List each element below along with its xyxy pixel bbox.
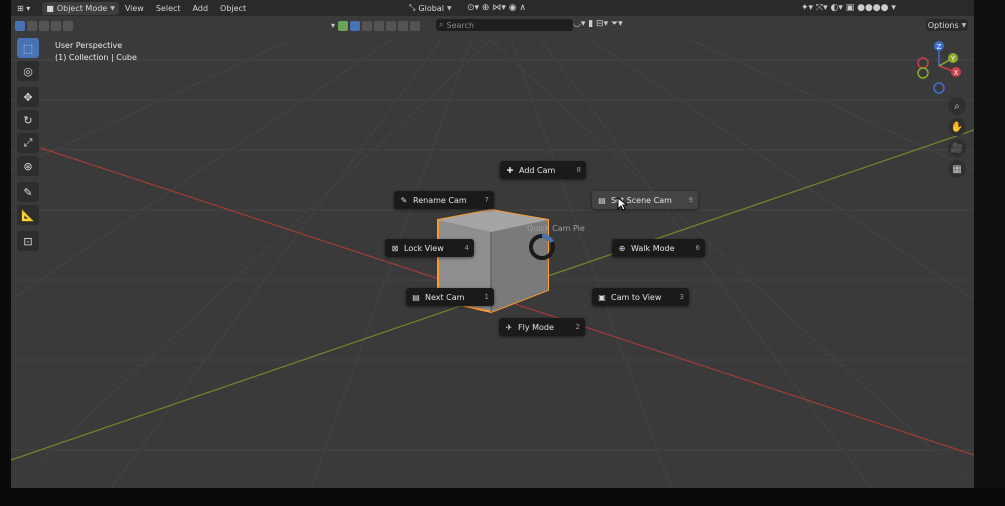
pie-item-key: 7 [484, 196, 489, 204]
chevron-down-icon: ▼ [961, 21, 967, 29]
mode-dropdown[interactable]: ■ Object Mode ▼ [42, 1, 119, 15]
camera-view-icon[interactable]: 🎥 [948, 139, 966, 157]
pie-item-key: 4 [464, 244, 469, 252]
pie-item-label: Rename Cam [413, 195, 467, 205]
rotate-icon[interactable]: ↻ [17, 110, 39, 130]
pivot-icons[interactable]: ⊙▾ ⊕ ⋈▾ ◉ ∧ [467, 3, 526, 13]
bottom-edge [0, 488, 1005, 506]
pie-item-label: Add Cam [519, 165, 556, 175]
pie-item-add-cam[interactable]: ✚ Add Cam 8 [500, 161, 586, 179]
transform-label: Global [418, 3, 444, 13]
zoom-icon[interactable]: ⌕ [948, 97, 966, 115]
pie-item-key: 1 [484, 293, 489, 301]
navigation-buttons: ⌕ ✋ 🎥 ▦ [948, 97, 968, 181]
options-label: Options [927, 20, 959, 30]
x-axis-label: X [954, 69, 959, 77]
menu-view[interactable]: View [119, 4, 150, 13]
cursor-icon[interactable]: ◎ [17, 61, 39, 81]
menu-select[interactable]: Select [150, 4, 187, 13]
transform-orientation[interactable]: ⤡ Global ▼ [409, 3, 452, 13]
move-icon[interactable]: ✥ [17, 87, 39, 107]
pie-item-set-scene-cam[interactable]: ▤ Set Scene Cam 9 [592, 191, 698, 209]
collection-label: (1) Collection | Cube [55, 53, 137, 62]
editor-type-icon[interactable]: ⊞ ▾ [11, 4, 36, 13]
3d-viewport[interactable]: Z X Y ⊞ ▾ ■ Object Mode ▼ View Select Ad… [11, 0, 974, 488]
pie-item-label: Lock View [404, 243, 444, 253]
chevron-down-icon: ▼ [446, 4, 452, 12]
select-new-icon[interactable] [15, 20, 25, 31]
camera-icon: ▣ [598, 292, 606, 302]
plus-icon: ✚ [506, 165, 514, 175]
pan-hand-icon[interactable]: ✋ [948, 118, 966, 136]
other-filter-icon[interactable] [410, 20, 421, 31]
y-axis-label: Y [950, 55, 956, 63]
next-icon: ▤ [412, 292, 420, 302]
mode-label: Object Mode [56, 3, 108, 13]
pie-item-label: Next Cam [425, 292, 465, 302]
chevron-down-icon: ▼ [110, 4, 115, 12]
select-invert-icon[interactable] [51, 20, 61, 31]
search-icon: ⌕ [439, 20, 444, 29]
menu-add[interactable]: Add [187, 4, 215, 13]
pie-item-label: Fly Mode [518, 322, 554, 332]
curve-filter-icon[interactable] [362, 20, 373, 31]
gamepad-icon: ⊕ [618, 243, 626, 253]
select-intersect-icon[interactable] [63, 20, 73, 31]
pie-item-key: 6 [695, 244, 700, 252]
right-edge-panel [974, 0, 1005, 488]
fly-icon: ✈ [505, 322, 513, 332]
search-input[interactable]: ⌕ Search [436, 19, 573, 31]
filter-toolbar-icons[interactable]: ◡▾ ▮ ⊟▾ ⏷▾ [573, 19, 623, 29]
measure-icon[interactable]: 📐 [17, 205, 39, 225]
menu-object[interactable]: Object [214, 4, 252, 13]
pie-item-fly-mode[interactable]: ✈ Fly Mode 2 [499, 318, 585, 336]
pie-item-label: Walk Mode [631, 243, 675, 253]
select-box-icon[interactable]: ⬚ [17, 38, 39, 58]
pie-item-lock-view[interactable]: ⊠ Lock View 4 [385, 239, 474, 257]
add-cube-icon[interactable]: ⊡ [17, 231, 39, 251]
mesh-filter-icon[interactable] [350, 20, 361, 31]
chevron-down-icon: ▾ [331, 21, 336, 30]
left-toolbar: ⬚ ◎ ✥ ↻ ⤢ ⊛ ✎ 📐 ⊡ [17, 38, 41, 254]
header-bar: ⊞ ▾ ■ Object Mode ▼ View Select Add Obje… [11, 0, 974, 16]
collection-icon[interactable] [338, 20, 349, 31]
empty-filter-icon[interactable] [398, 20, 409, 31]
mouse-cursor-icon [617, 197, 627, 211]
z-axis-label: Z [937, 43, 942, 51]
options-dropdown[interactable]: Options ▼ [926, 19, 968, 31]
pie-item-key: 9 [688, 196, 693, 204]
nav-gizmo[interactable]: Z X Y [917, 41, 961, 94]
pie-menu-title: Quick Cam Pie [527, 224, 585, 233]
pencil-icon: ✎ [400, 195, 408, 205]
pie-item-key: 8 [576, 166, 581, 174]
camera-filter-icon[interactable] [386, 20, 397, 31]
select-extend-icon[interactable] [27, 20, 37, 31]
viewport-shading-icons[interactable]: ✦▾ ⤧▾ ◐▾ ▣ ●●●● ▾ [801, 3, 896, 13]
pie-item-next-cam[interactable]: ▤ Next Cam 1 [406, 288, 494, 306]
annotate-icon[interactable]: ✎ [17, 182, 39, 202]
scene-icon: ▤ [598, 195, 606, 205]
light-filter-icon[interactable] [374, 20, 385, 31]
select-subtract-icon[interactable] [39, 20, 49, 31]
viewport-grid: Z X Y [11, 39, 974, 488]
pie-item-walk-mode[interactable]: ⊕ Walk Mode 6 [612, 239, 705, 257]
select-mode-buttons[interactable] [15, 20, 75, 31]
lock-view-icon: ⊠ [391, 243, 399, 253]
pie-item-rename-cam[interactable]: ✎ Rename Cam 7 [394, 191, 494, 209]
pie-item-key: 2 [575, 323, 580, 331]
transform-tool-icon[interactable]: ⊛ [17, 156, 39, 176]
search-placeholder: Search [446, 20, 474, 30]
filter-icons[interactable]: ▾ [331, 20, 422, 31]
view-perspective-label: User Perspective [55, 41, 123, 50]
grid-ortho-icon[interactable]: ▦ [948, 160, 966, 178]
object-mode-icon: ■ [46, 3, 54, 13]
scale-icon[interactable]: ⤢ [17, 133, 39, 153]
pie-item-cam-to-view[interactable]: ▣ Cam to View 3 [592, 288, 689, 306]
pie-item-label: Cam to View [611, 292, 662, 302]
pie-item-key: 3 [679, 293, 684, 301]
transform-icon: ⤡ [409, 3, 416, 12]
